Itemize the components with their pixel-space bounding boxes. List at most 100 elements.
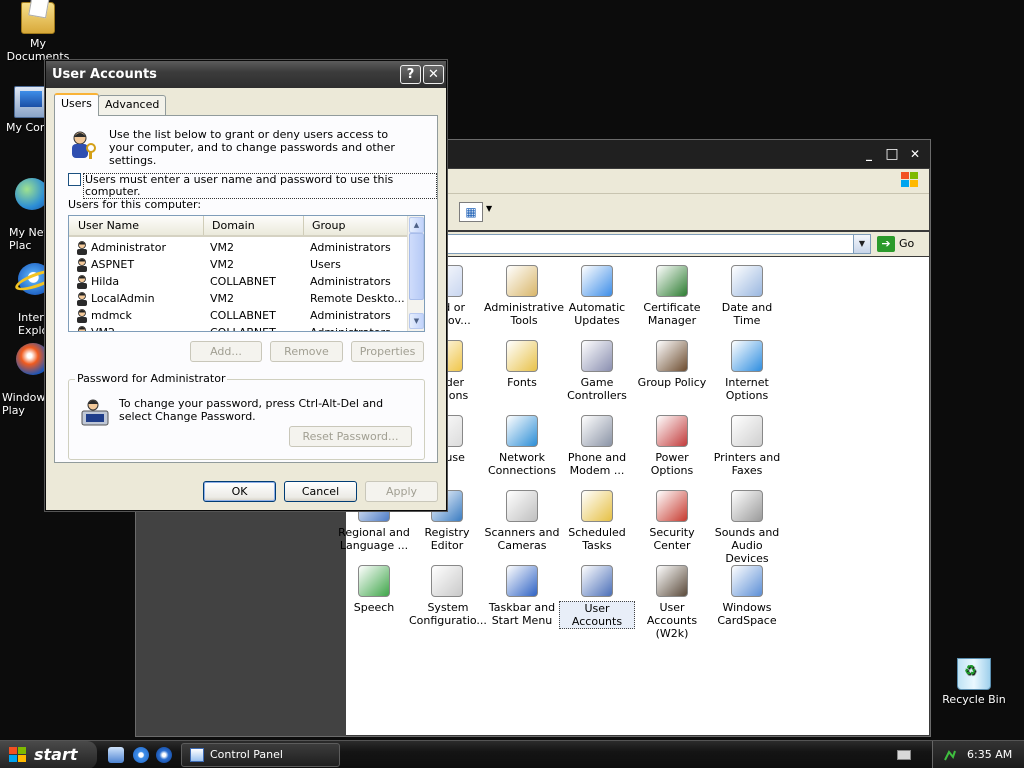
cp-item-network[interactable]: Network Connections <box>484 415 560 477</box>
table-row[interactable]: Administrator VM2 Administrators <box>69 239 408 256</box>
column-group[interactable]: Group <box>304 216 408 235</box>
cp-item-scanner[interactable]: Scanners and Cameras <box>484 490 560 552</box>
cp-item-system-config[interactable]: System Configuratio... <box>409 565 487 627</box>
cp-item-power[interactable]: Power Options <box>634 415 710 477</box>
table-row[interactable]: LocalAdmin VM2 Remote Deskto... <box>69 290 408 307</box>
tab-advanced[interactable]: Advanced <box>98 95 167 115</box>
cp-item-speech[interactable]: Speech <box>336 565 412 614</box>
go-arrow-icon: ➔ <box>877 236 895 252</box>
cp-item-group-policy[interactable]: Group Policy <box>634 340 710 389</box>
cp-item-certificate[interactable]: Certificate Manager <box>634 265 710 327</box>
close-icon[interactable]: ✕ <box>906 146 924 162</box>
clock[interactable]: 6:35 AM <box>967 748 1012 761</box>
cp-item-automatic-updates[interactable]: Automatic Updates <box>559 265 635 327</box>
domain-cell: COLLABNET <box>210 324 302 331</box>
apply-button[interactable]: Apply <box>365 481 438 502</box>
cp-item-label: Regional and Language ... <box>338 526 410 552</box>
user-accounts-icon <box>581 565 613 597</box>
group-cell: Remote Deskto... <box>310 292 405 305</box>
dialog-titlebar[interactable]: User Accounts <box>46 61 446 88</box>
network-icon <box>506 415 538 447</box>
desktop-icon-recycle-bin[interactable]: Recycle Bin <box>934 658 1014 706</box>
ok-button[interactable]: OK <box>203 481 276 502</box>
cp-item-user-accounts-w2k[interactable]: User Accounts (W2k) <box>634 565 710 640</box>
taskbar: start Control Panel 6:35 AM <box>0 740 1024 768</box>
cp-item-label: Scanners and Cameras <box>484 526 560 552</box>
remove-button[interactable]: Remove <box>270 341 343 362</box>
add-button[interactable]: Add... <box>190 341 262 362</box>
network-tray-icon[interactable] <box>943 748 957 762</box>
cp-item-administrative-tools[interactable]: Administrative Tools <box>484 265 564 327</box>
password-instructions: To change your password, press Ctrl-Alt-… <box>119 397 384 423</box>
user-name-cell: mdmck <box>91 309 132 322</box>
cp-item-security-shield[interactable]: Security Center <box>634 490 710 552</box>
taskbar-control-panel-button[interactable]: Control Panel <box>181 743 340 767</box>
media-player-quicklaunch-icon[interactable] <box>156 747 172 763</box>
scroll-down-icon[interactable]: ▼ <box>409 313 424 329</box>
table-row[interactable]: mdmck COLLABNET Administrators <box>69 307 408 324</box>
properties-button[interactable]: Properties <box>351 341 424 362</box>
start-button[interactable]: start <box>0 741 97 768</box>
control-panel-icon <box>190 748 204 762</box>
help-button[interactable]: ? <box>400 65 421 84</box>
keyboard-icon[interactable] <box>897 750 911 760</box>
require-password-checkbox[interactable] <box>68 173 81 186</box>
go-button[interactable]: ➔ Go <box>877 234 929 254</box>
table-row[interactable]: Hilda COLLABNET Administrators <box>69 273 408 290</box>
close-button[interactable]: ✕ <box>423 65 444 84</box>
cp-item-game-controller[interactable]: Game Controllers <box>559 340 635 402</box>
domain-cell: VM2 <box>210 258 235 271</box>
cp-item-internet-options[interactable]: Internet Options <box>709 340 785 402</box>
users-icon <box>72 131 96 159</box>
cp-item-scheduled-tasks[interactable]: Scheduled Tasks <box>559 490 635 552</box>
reset-password-button[interactable]: Reset Password... <box>289 426 412 447</box>
address-input[interactable]: ▼ <box>447 234 871 254</box>
views-icon[interactable]: ▦ <box>459 202 483 222</box>
cp-item-label: Taskbar and Start Menu <box>488 601 556 627</box>
menu-bar <box>447 169 929 193</box>
views-dropdown-icon[interactable]: ▼ <box>486 204 492 213</box>
address-bar: ▼ ➔ Go <box>447 232 929 256</box>
cancel-button[interactable]: Cancel <box>284 481 357 502</box>
cp-item-fonts[interactable]: Fonts <box>484 340 560 389</box>
user-name-cell: Hilda <box>91 275 120 288</box>
cp-item-label: Printers and Faxes <box>713 451 781 477</box>
cp-item-label: Scheduled Tasks <box>568 526 626 552</box>
system-tray: 6:35 AM <box>932 741 1024 768</box>
users-list-scrollbar[interactable]: ▲ ▼ <box>407 216 424 331</box>
address-dropdown-icon[interactable]: ▼ <box>853 235 870 253</box>
password-group: Password for Administrator To change you… <box>68 372 425 460</box>
tab-users[interactable]: Users <box>54 93 99 116</box>
scanner-icon <box>506 490 538 522</box>
cp-item-speaker[interactable]: Sounds and Audio Devices <box>709 490 785 565</box>
show-desktop-icon[interactable] <box>108 747 124 763</box>
column-domain[interactable]: Domain <box>204 216 304 235</box>
cp-item-clock[interactable]: Date and Time <box>709 265 785 327</box>
require-password-label[interactable]: Users must enter a user name and passwor… <box>83 173 437 199</box>
fonts-icon <box>506 340 538 372</box>
system-config-icon <box>431 565 463 597</box>
cp-item-label: Automatic Updates <box>568 301 626 327</box>
user-name-cell: ASPNET <box>91 258 135 271</box>
users-list[interactable]: User Name Domain Group Administrator VM2 A… <box>68 215 425 332</box>
scroll-thumb[interactable] <box>409 233 424 300</box>
cp-item-taskbar[interactable]: Taskbar and Start Menu <box>484 565 560 627</box>
scroll-up-icon[interactable]: ▲ <box>409 217 424 233</box>
cp-item-label: Network Connections <box>488 451 556 477</box>
table-row[interactable]: ASPNET VM2 Users <box>69 256 408 273</box>
clock-icon <box>731 265 763 297</box>
cp-item-printer[interactable]: Printers and Faxes <box>709 415 785 477</box>
internet-explorer-quicklaunch-icon[interactable] <box>133 747 149 763</box>
desktop-icon-my-documents[interactable]: My Documents <box>0 2 78 63</box>
maximize-icon[interactable]: □ <box>883 146 901 162</box>
phone-modem-icon <box>581 415 613 447</box>
cp-item-user-accounts[interactable]: User Accounts <box>559 565 635 629</box>
cp-item-phone-modem[interactable]: Phone and Modem ... <box>559 415 635 477</box>
column-user-name[interactable]: User Name <box>69 216 204 235</box>
minimize-icon[interactable]: _ <box>860 146 878 162</box>
table-row[interactable]: VM2 COLLABNET Administrators <box>69 324 408 331</box>
user-icon <box>77 275 87 289</box>
cp-item-cardspace[interactable]: Windows CardSpace <box>709 565 785 627</box>
cp-item-label: Power Options <box>650 451 694 477</box>
group-cell: Administrators <box>310 275 391 288</box>
